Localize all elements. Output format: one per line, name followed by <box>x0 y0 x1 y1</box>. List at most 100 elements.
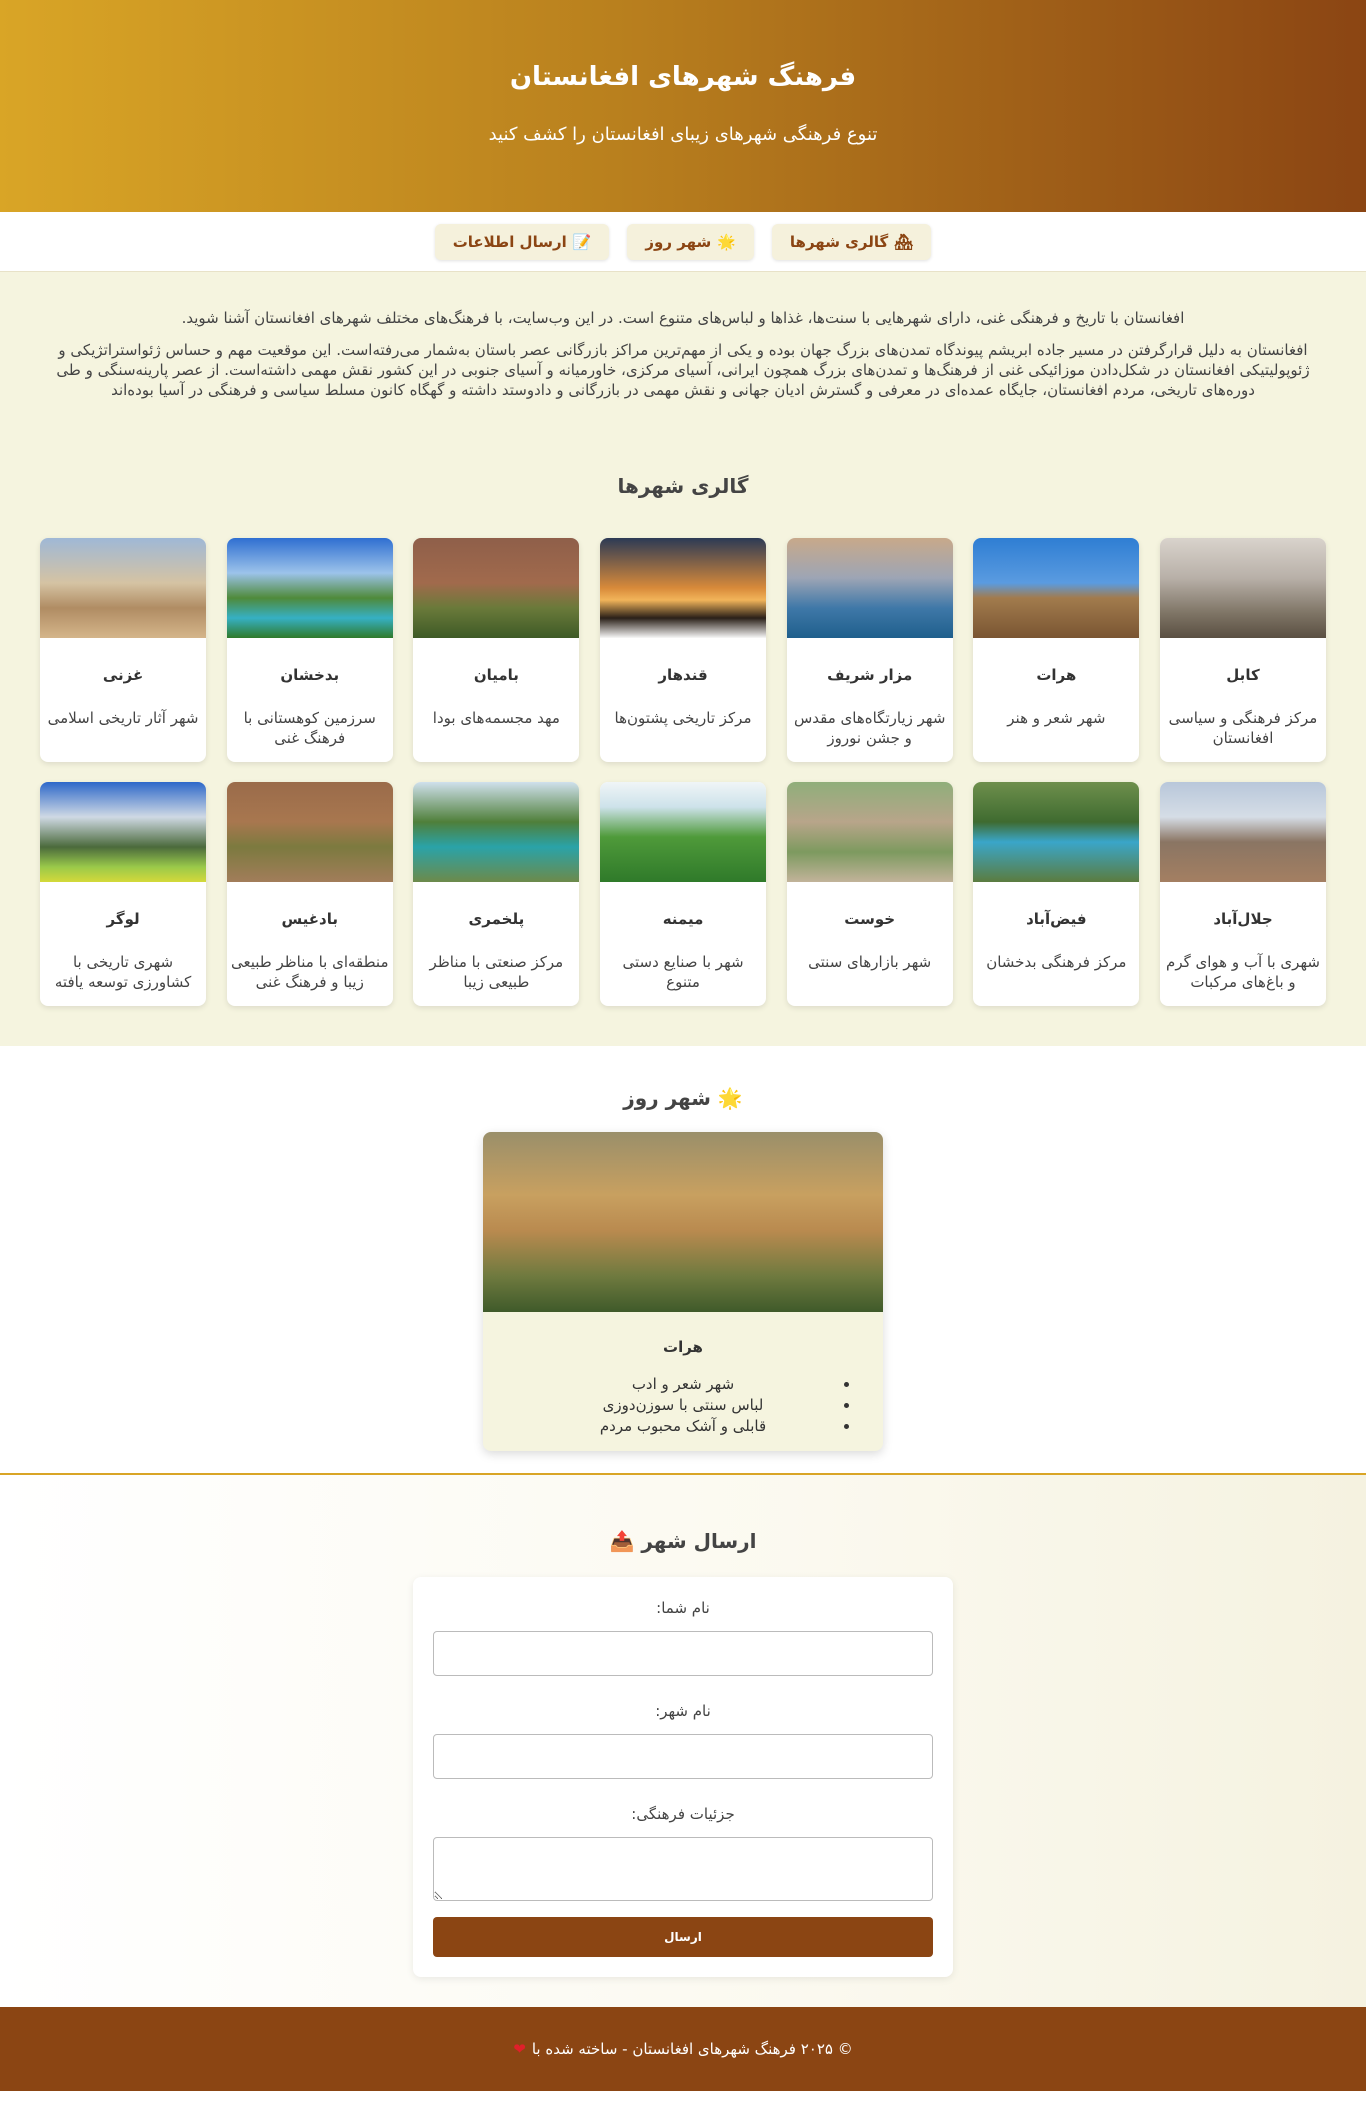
city-name: بامیان <box>473 666 519 684</box>
city-image <box>786 782 953 882</box>
city-description: مرکز تاریخی پشتون‌ها <box>614 709 752 727</box>
city-description: مرکز فرهنگی بدخشان <box>986 953 1127 971</box>
city-name: بادغیس <box>281 910 338 928</box>
city-image <box>226 782 393 882</box>
city-card[interactable]: پلخمری مرکز صنعتی با مناظر طبیعی زیبا <box>413 782 580 1006</box>
city-image <box>600 782 767 882</box>
city-gallery: گالری شهرها کابل مرکز فرهنگی و سیاسی افغا… <box>0 400 1366 1046</box>
city-card[interactable]: فیض‌آباد مرکز فرهنگی بدخشان <box>973 782 1140 1006</box>
page-subtitle: تنوع فرهنگی شهرهای زیبای افغانستان را کش… <box>488 124 878 145</box>
details-textarea[interactable] <box>433 1837 933 1901</box>
city-description: شهری با آب و هوای گرم و باغ‌های مرکبات <box>1166 953 1320 991</box>
city-name: میمنه <box>662 910 704 928</box>
city-card[interactable]: قندهار مرکز تاریخی پشتون‌ها <box>600 538 767 762</box>
city-description: شهر با صنایع دستی متنوع <box>622 953 744 991</box>
city-description: شهری تاریخی با کشاورزی توسعه یافته <box>54 953 192 991</box>
nav-gallery-label: گالری شهرها <box>789 232 889 251</box>
city-name: بدخشان <box>280 666 340 684</box>
submit-title: ارسال شهر 📤 <box>0 1529 1366 1553</box>
star-icon: 🌟 <box>717 1086 743 1110</box>
city-name: جلال‌آباد <box>1213 910 1273 928</box>
city-name: هرات <box>1036 666 1077 684</box>
city-card[interactable]: مزار شریف شهر زیارتگاه‌های مقدس و جشن نور… <box>786 538 953 762</box>
city-image <box>413 538 580 638</box>
city-card[interactable]: جلال‌آباد شهری با آب و هوای گرم و باغ‌های… <box>1160 782 1326 1006</box>
city-image <box>1160 538 1326 638</box>
city-name: پلخمری <box>468 910 525 928</box>
star-icon: 🌟 <box>717 232 736 251</box>
city-description: شهر بازارهای سنتی <box>808 953 932 971</box>
city-card[interactable]: خوست شهر بازارهای سنتی <box>786 782 953 1006</box>
houses-icon: 🏘 <box>894 232 914 251</box>
city-image <box>786 538 953 638</box>
list-item: لباس سنتی با سوزن‌دوزی <box>533 1395 833 1416</box>
heart-icon: ❤ <box>513 2040 526 2058</box>
city-name: کابل <box>1226 666 1260 684</box>
gallery-title: گالری شهرها <box>617 474 749 498</box>
city-image <box>600 538 767 638</box>
city-name: فیض‌آباد <box>1026 910 1087 928</box>
daily-city-title: 🌟 شهر روز <box>0 1086 1366 1110</box>
list-item: قابلی و آشک محبوب مردم <box>533 1416 833 1437</box>
city-card[interactable]: غزنی شهر آثار تاریخی اسلامی <box>40 538 207 762</box>
daily-city-name: هرات <box>663 1338 703 1356</box>
city-image <box>973 782 1140 882</box>
hero-header: فرهنگ شهرهای افغانستان تنوع فرهنگی شهرها… <box>0 0 1366 212</box>
nav-submit-info-button[interactable]: 📝 ارسال اطلاعات <box>434 223 610 260</box>
nav-submit-info-label: ارسال اطلاعات <box>452 232 567 251</box>
intro-lead: افغانستان با تاریخ و فرهنگی غنی، دارای ش… <box>181 309 1185 327</box>
submit-button[interactable]: ارسال <box>433 1917 933 1957</box>
details-label: جزئیات فرهنگی: <box>631 1805 735 1823</box>
city-image <box>973 538 1140 638</box>
city-card[interactable]: لوگر شهری تاریخی با کشاورزی توسعه یافته <box>40 782 207 1006</box>
city-description: مهد مجسمه‌های بودا <box>432 709 560 727</box>
city-image <box>40 782 207 882</box>
nav-gallery-button[interactable]: 🏘 گالری شهرها <box>771 223 932 260</box>
city-description: شهر شعر و هنر <box>1007 709 1106 727</box>
submit-city-section: ارسال شهر 📤 نام شما: نام شهر: جزئیات فره… <box>0 1475 1366 2007</box>
city-image <box>1160 782 1326 882</box>
intro-section: افغانستان با تاریخ و فرهنگی غنی، دارای ش… <box>0 272 1366 400</box>
name-input[interactable] <box>433 1631 933 1676</box>
footer-text: © ۲۰۲۵ فرهنگ شهرهای افغانستان - ساخته شد… <box>531 2040 853 2058</box>
submit-form: نام شما: نام شهر: جزئیات فرهنگی: ارسال <box>413 1577 953 1977</box>
nav-daily-city-label: شهر روز <box>645 232 712 251</box>
city-input[interactable] <box>433 1734 933 1779</box>
city-card[interactable]: هرات شهر شعر و هنر <box>973 538 1140 762</box>
city-name: قندهار <box>658 666 708 684</box>
city-image <box>413 782 580 882</box>
memo-icon: 📝 <box>572 232 592 251</box>
city-name: مزار شریف <box>827 666 913 684</box>
city-label: نام شهر: <box>655 1702 711 1720</box>
nav-daily-city-button[interactable]: 🌟 شهر روز <box>627 223 754 260</box>
name-label: نام شما: <box>656 1599 710 1617</box>
city-card[interactable]: بدخشان سرزمین کوهستانی با فرهنگ غنی <box>226 538 393 762</box>
city-name: خوست <box>844 910 896 928</box>
top-navigation: 🏘 گالری شهرها 🌟 شهر روز 📝 ارسال اطلاعات <box>0 212 1366 272</box>
city-grid: کابل مرکز فرهنگی و سیاسی افغانستان هرات شهر… <box>40 538 1326 1006</box>
daily-city-image <box>483 1132 883 1312</box>
city-description: شهر زیارتگاه‌های مقدس و جشن نوروز <box>793 709 946 747</box>
daily-city-section: 🌟 شهر روز هرات شهر شعر و ادب لباس سنتی ب… <box>0 1046 1366 1475</box>
city-card[interactable]: بامیان مهد مجسمه‌های بودا <box>413 538 580 762</box>
page-title: فرهنگ شهرهای افغانستان <box>509 62 857 92</box>
city-description: شهر آثار تاریخی اسلامی <box>47 709 199 727</box>
city-card[interactable]: میمنه شهر با صنایع دستی متنوع <box>600 782 767 1006</box>
intro-body: افغانستان به دلیل قرارگرفتن در مسیر جاده… <box>56 341 1310 399</box>
city-image <box>40 538 207 638</box>
daily-city-points: شهر شعر و ادب لباس سنتی با سوزن‌دوزی قاب… <box>533 1374 833 1451</box>
city-description: منطقه‌ای با مناظر طبیعی زیبا و فرهنگ غنی <box>230 953 389 991</box>
submit-title-text: ارسال شهر <box>641 1529 757 1553</box>
city-description: مرکز فرهنگی و سیاسی افغانستان <box>1168 709 1318 747</box>
outbox-icon: 📤 <box>609 1529 635 1553</box>
city-card[interactable]: بادغیس منطقه‌ای با مناظر طبیعی زیبا و فره… <box>226 782 393 1006</box>
city-description: مرکز صنعتی با مناظر طبیعی زیبا <box>429 953 564 991</box>
city-name: لوگر <box>106 910 140 928</box>
page-footer: © ۲۰۲۵ فرهنگ شهرهای افغانستان - ساخته شد… <box>0 2007 1366 2091</box>
daily-city-title-text: شهر روز <box>623 1086 711 1110</box>
city-name: غزنی <box>102 666 144 684</box>
city-card[interactable]: کابل مرکز فرهنگی و سیاسی افغانستان <box>1160 538 1326 762</box>
daily-city-card: هرات شهر شعر و ادب لباس سنتی با سوزن‌دوز… <box>483 1132 883 1451</box>
list-item: شهر شعر و ادب <box>533 1374 833 1395</box>
city-description: سرزمین کوهستانی با فرهنگ غنی <box>243 709 376 747</box>
